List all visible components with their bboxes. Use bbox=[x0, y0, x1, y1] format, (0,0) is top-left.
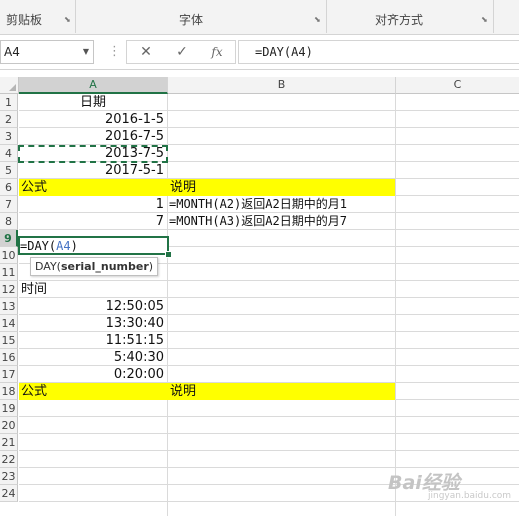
row-header[interactable]: 18 bbox=[0, 383, 18, 400]
row-header[interactable]: 16 bbox=[0, 349, 18, 366]
row-header[interactable]: 6 bbox=[0, 179, 18, 196]
formula-buttons: ✕ ✓ fx bbox=[126, 40, 236, 64]
row-header[interactable]: 14 bbox=[0, 315, 18, 332]
row-header[interactable]: 5 bbox=[0, 162, 18, 179]
clipboard-group-label: 剪贴板 bbox=[6, 13, 43, 27]
row-header[interactable]: 4 bbox=[0, 145, 18, 162]
cell-a3[interactable]: 2016-7-5 bbox=[19, 128, 167, 145]
font-launcher-icon[interactable]: ⬊ bbox=[314, 16, 322, 24]
clipboard-group: 剪贴板 ⬊ bbox=[0, 0, 76, 33]
cell-a9-editor[interactable]: =DAY(A4) bbox=[20, 238, 78, 255]
row-header-selected[interactable]: 9 bbox=[0, 230, 18, 247]
function-tooltip[interactable]: DAY(serial_number) bbox=[30, 257, 159, 276]
clipboard-launcher-icon[interactable]: ⬊ bbox=[64, 16, 72, 24]
tooltip-argument[interactable]: serial_number bbox=[61, 260, 149, 273]
cell-a8[interactable]: 7 bbox=[19, 213, 167, 230]
column-header-b[interactable]: B bbox=[168, 77, 396, 94]
cell-b17[interactable]: 说明 bbox=[170, 383, 395, 400]
row-header[interactable]: 13 bbox=[0, 298, 18, 315]
row-header[interactable]: 23 bbox=[0, 468, 18, 485]
cell-a6[interactable]: 公式 bbox=[21, 179, 167, 196]
select-all-button[interactable] bbox=[0, 77, 19, 94]
formula-input[interactable]: =DAY(A4) bbox=[238, 40, 519, 64]
row-header[interactable]: 1 bbox=[0, 94, 18, 111]
cell-a11[interactable]: 时间 bbox=[21, 281, 167, 298]
cell-b6[interactable]: 说明 bbox=[170, 179, 395, 196]
cell-a9-suffix: ) bbox=[70, 239, 78, 253]
copy-marquee bbox=[18, 145, 168, 163]
cell-a13[interactable]: 13:30:40 bbox=[19, 315, 167, 332]
ribbon: 剪贴板 ⬊ 字体 ⬊ 对齐方式 ⬊ bbox=[0, 0, 519, 35]
cell-a16[interactable]: 0:20:00 bbox=[19, 366, 167, 383]
alignment-launcher-icon[interactable]: ⬊ bbox=[481, 16, 489, 24]
row-header[interactable]: 15 bbox=[0, 332, 18, 349]
column-header-c[interactable]: C bbox=[396, 77, 519, 94]
font-group-label: 字体 bbox=[179, 13, 204, 27]
row-header[interactable]: 2 bbox=[0, 111, 18, 128]
cell-a2[interactable]: 2016-1-5 bbox=[19, 111, 167, 128]
column-header-a[interactable]: A bbox=[19, 77, 168, 94]
formula-bar-resize-handle[interactable]: ⋮ bbox=[108, 44, 121, 59]
font-group: 字体 ⬊ bbox=[76, 0, 327, 33]
cell-a12[interactable]: 12:50:05 bbox=[19, 298, 167, 315]
baidu-watermark: Bai经验 jingyan.baidu.com bbox=[388, 468, 514, 510]
cell-a14[interactable]: 11:51:15 bbox=[19, 332, 167, 349]
row-header[interactable]: 11 bbox=[0, 264, 18, 281]
cell-a17[interactable]: 公式 bbox=[21, 383, 167, 400]
row-header[interactable]: 21 bbox=[0, 434, 18, 451]
cell-a1[interactable]: 日期 bbox=[19, 94, 167, 111]
active-cell-a9[interactable]: =DAY(A4) bbox=[18, 236, 169, 255]
tooltip-close: ) bbox=[148, 260, 154, 273]
insert-function-icon[interactable]: fx bbox=[200, 41, 234, 63]
row-header[interactable]: 3 bbox=[0, 128, 18, 145]
select-all-icon bbox=[9, 84, 16, 91]
row-header[interactable]: 17 bbox=[0, 366, 18, 383]
row-header[interactable]: 19 bbox=[0, 400, 18, 417]
row-header[interactable]: 10 bbox=[0, 247, 18, 264]
alignment-group: 对齐方式 ⬊ bbox=[327, 0, 494, 33]
cell-b7[interactable]: =MONTH(A2)返回A2日期中的月1 bbox=[169, 196, 395, 213]
fill-handle[interactable] bbox=[165, 251, 172, 258]
name-box-value: A4 bbox=[4, 45, 20, 59]
cell-a5[interactable]: 2017-5-1 bbox=[19, 162, 167, 179]
cancel-icon[interactable]: ✕ bbox=[129, 41, 163, 63]
row-header[interactable]: 12 bbox=[0, 281, 18, 298]
cell-b8[interactable]: =MONTH(A3)返回A2日期中的月7 bbox=[169, 213, 395, 230]
cell-a15[interactable]: 5:40:30 bbox=[19, 349, 167, 366]
row-header[interactable]: 7 bbox=[0, 196, 18, 213]
cell-a9-reference: A4 bbox=[56, 239, 71, 253]
enter-icon[interactable]: ✓ bbox=[165, 41, 199, 63]
formula-bar: A4 ▼ ⋮ ✕ ✓ fx =DAY(A4) bbox=[0, 35, 519, 70]
cell-a9-prefix: =DAY( bbox=[20, 239, 57, 253]
alignment-group-label: 对齐方式 bbox=[375, 13, 424, 27]
chevron-down-icon[interactable]: ▼ bbox=[83, 41, 89, 63]
row-header[interactable]: 20 bbox=[0, 417, 18, 434]
row-header[interactable]: 24 bbox=[0, 485, 18, 502]
row-header[interactable]: 22 bbox=[0, 451, 18, 468]
watermark-url: jingyan.baidu.com bbox=[428, 491, 512, 501]
cell-a7[interactable]: 1 bbox=[19, 196, 167, 213]
tooltip-function: DAY( bbox=[35, 260, 61, 273]
name-box[interactable]: A4 ▼ bbox=[0, 40, 94, 64]
row-header[interactable]: 8 bbox=[0, 213, 18, 230]
